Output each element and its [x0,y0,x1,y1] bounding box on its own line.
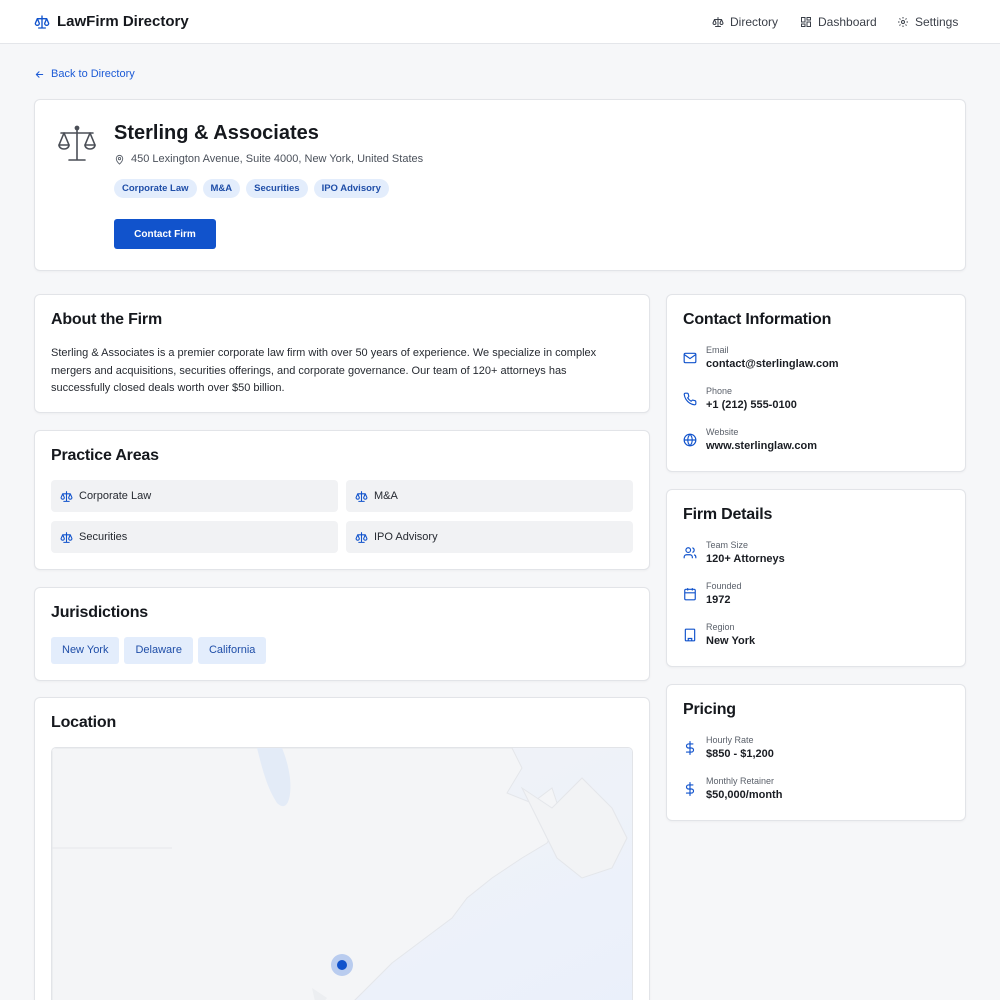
arrow-left-icon [34,69,45,80]
firm-details-card: Firm Details Team Size 120+ Attorneys Fo… [666,489,966,667]
nav-settings[interactable]: Settings [897,15,958,29]
contact-row-phone: Phone +1 (212) 555-0100 [683,386,797,411]
firm-name: Sterling & Associates [114,122,319,144]
building-icon [683,622,697,647]
practice-area-item: Corporate Law [51,480,338,512]
location-marker [337,960,347,970]
details-label-team-size: Team Size [706,540,749,550]
gear-icon [897,16,909,28]
pricing-row-retainer: Monthly Retainer $50,000/month [683,776,782,801]
details-label-region: Region [706,622,735,632]
about-text: Sterling & Associates is a premier corpo… [51,347,597,394]
contact-info-card: Contact Information Email contact@sterli… [666,294,966,472]
practice-area-label: IPO Advisory [374,531,438,543]
pricing-card: Pricing Hourly Rate $850 - $1,200 Monthl… [666,684,966,821]
phone-icon [683,386,697,411]
firm-address-text: 450 Lexington Avenue, Suite 4000, New Yo… [131,153,424,165]
dollar-icon [683,776,697,801]
location-title: Location [51,714,117,731]
map-graphic [52,748,632,1000]
jurisdiction-chip-delaware[interactable]: Delaware [124,637,193,664]
details-row-team-size: Team Size 120+ Attorneys [683,540,785,565]
scale-icon [60,531,73,544]
brand[interactable]: LawFirm Directory [34,13,189,30]
firm-tags: Corporate Law M&A Securities IPO Advisor… [114,179,389,198]
nav-directory[interactable]: Directory [712,15,778,29]
tag-ma: M&A [202,179,241,198]
pricing-title: Pricing [683,701,736,718]
practice-area-label: Securities [79,531,128,543]
nav-dashboard-label: Dashboard [818,15,877,29]
contact-label-email: Email [706,345,729,355]
jurisdictions-title: Jurisdictions [51,604,148,621]
contact-value-email[interactable]: contact@sterlinglaw.com [706,358,839,370]
scale-icon [355,531,368,544]
details-label-founded: Founded [706,581,742,591]
contact-label-phone: Phone [706,386,733,396]
practice-areas-title: Practice Areas [51,447,159,464]
details-value-region: New York [706,635,756,647]
details-row-region: Region New York [683,622,755,647]
calendar-icon [683,581,697,606]
pricing-label-retainer: Monthly Retainer [706,776,775,786]
practice-area-item: Securities [51,521,338,553]
details-row-founded: Founded 1972 [683,581,742,606]
practice-area-item: IPO Advisory [346,521,633,553]
top-navigation-bar: LawFirm Directory Directory Dashboard Se… [0,0,1000,44]
scale-icon [60,490,73,503]
scale-logo-icon [55,122,99,171]
pricing-row-hourly: Hourly Rate $850 - $1,200 [683,735,774,760]
grid-icon [800,16,812,28]
scale-icon [34,14,50,30]
tag-corporate-law: Corporate Law [114,179,197,198]
scale-icon [355,490,368,503]
contact-value-phone[interactable]: +1 (212) 555-0100 [706,399,797,411]
practice-area-label: M&A [374,490,398,502]
jurisdiction-chip-new-york[interactable]: New York [51,637,120,664]
contact-firm-button[interactable]: Contact Firm [114,219,216,249]
back-to-directory-link[interactable]: Back to Directory [34,68,135,80]
tag-securities: Securities [246,179,308,198]
contact-row-email: Email contact@sterlinglaw.com [683,345,839,370]
practice-area-item: M&A [346,480,633,512]
pricing-value-hourly: $850 - $1,200 [706,748,774,760]
about-card: About the Firm Sterling & Associates is … [34,294,650,413]
firm-address: 450 Lexington Avenue, Suite 4000, New Yo… [114,153,423,165]
nav-settings-label: Settings [915,15,959,29]
about-title: About the Firm [51,311,162,328]
practice-areas-card: Practice Areas Corporate Law M&A Securit… [34,430,650,570]
contact-info-title: Contact Information [683,311,832,328]
pricing-label-hourly: Hourly Rate [706,735,754,745]
pricing-value-retainer: $50,000/month [706,789,783,801]
details-value-founded: 1972 [706,594,731,606]
firm-header-card: Sterling & Associates 450 Lexington Aven… [34,99,966,271]
dollar-icon [683,735,697,760]
details-value-team-size: 120+ Attorneys [706,553,785,565]
nav-dashboard[interactable]: Dashboard [800,15,877,29]
tag-ipo-advisory: IPO Advisory [313,179,389,198]
contact-label-website: Website [706,427,739,437]
nav-directory-label: Directory [730,15,779,29]
scale-icon [712,16,724,28]
back-link-label: Back to Directory [51,68,135,80]
location-card: Location [34,697,650,1000]
jurisdictions-card: Jurisdictions New York Delaware Californ… [34,587,650,681]
globe-icon [683,427,697,452]
practice-area-label: Corporate Law [79,490,152,502]
jurisdictions-list: New York Delaware California [51,637,267,664]
contact-row-website: Website www.sterlinglaw.com [683,427,817,452]
mail-icon [683,345,697,370]
contact-value-website[interactable]: www.sterlinglaw.com [706,440,817,452]
firm-details-title: Firm Details [683,506,773,523]
location-map[interactable] [51,747,633,1000]
jurisdiction-chip-california[interactable]: California [197,637,267,664]
users-icon [683,540,697,565]
map-pin-icon [114,154,125,165]
app-title: LawFirm Directory [57,13,189,30]
